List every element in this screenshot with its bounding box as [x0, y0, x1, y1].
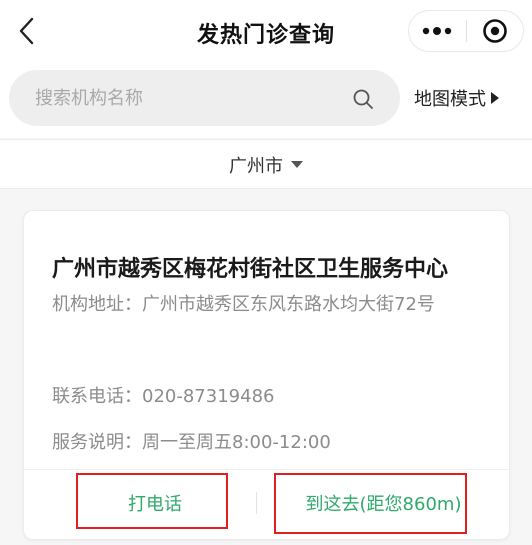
address-value: 广州市越秀区东风东路水均大街72号	[142, 294, 435, 315]
city-dropdown[interactable]: 广州市	[0, 153, 532, 177]
phone-label: 联系电话：	[52, 386, 142, 407]
target-close-icon	[482, 19, 507, 43]
search-box	[9, 70, 400, 126]
service-value: 周一至周五8:00-12:00	[142, 432, 331, 453]
miniprogram-capsule	[408, 10, 524, 52]
search-input[interactable]	[35, 70, 335, 126]
call-button[interactable]: 打电话	[80, 475, 230, 531]
city-filter-bar: 广州市	[0, 139, 532, 189]
search-row: 地图模式	[0, 62, 532, 138]
more-dots-icon	[423, 27, 452, 35]
navigate-button[interactable]: 到这去(距您860m)	[276, 475, 491, 531]
address-row: 机构地址： 广州市越秀区东风东路水均大街72号	[52, 280, 460, 330]
clinic-card: 广州市越秀区梅花村街社区卫生服务中心 机构地址： 广州市越秀区东风东路水均大街7…	[23, 210, 510, 540]
phone-row: 联系电话： 020-87319486	[52, 372, 460, 422]
service-label: 服务说明：	[52, 432, 142, 453]
service-row: 服务说明： 周一至周五8:00-12:00	[52, 418, 460, 468]
phone-value: 020-87319486	[142, 386, 275, 407]
map-mode-label: 地图模式	[414, 89, 486, 110]
card-divider	[24, 469, 509, 470]
city-label: 广州市	[229, 156, 283, 177]
search-icon[interactable]	[352, 88, 374, 110]
triangle-right-icon	[491, 92, 499, 104]
close-miniprogram-button[interactable]	[466, 11, 523, 51]
page: 发热门诊查询 搜索机构名称 地图模式 广州市 广州市越秀区梅花村街社区卫生服务中…	[0, 0, 532, 545]
address-label: 机构地址：	[52, 294, 142, 315]
action-separator	[256, 492, 257, 514]
navigation-bar: 发热门诊查询	[0, 0, 532, 62]
map-mode-button[interactable]: 地图模式	[414, 82, 500, 114]
caret-down-icon	[291, 161, 303, 168]
clinic-name: 广州市越秀区梅花村街社区卫生服务中心	[52, 257, 449, 282]
more-button[interactable]	[409, 11, 466, 51]
